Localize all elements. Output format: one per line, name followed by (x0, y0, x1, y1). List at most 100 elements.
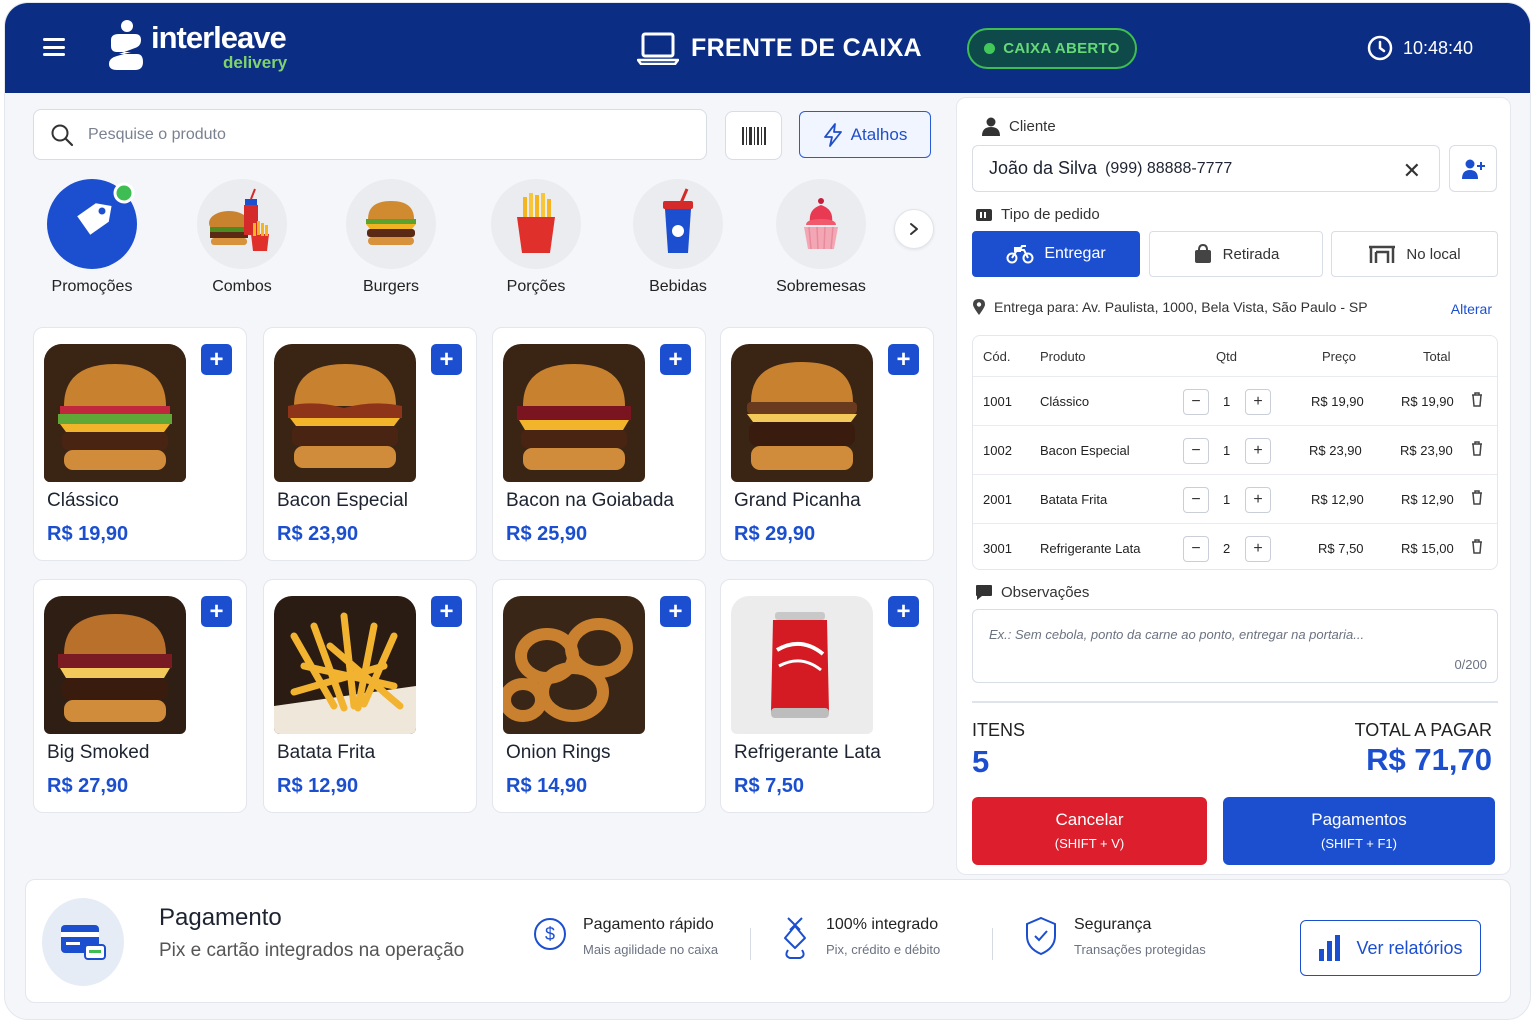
product-search (33, 109, 707, 160)
product-price: R$ 23,90 (277, 523, 359, 545)
item-price: R$ 19,90 (1311, 394, 1364, 409)
product-card[interactable]: + Bacon na Goiabada R$ 25,90 (492, 327, 706, 561)
product-card[interactable]: + Bacon Especial R$ 23,90 (263, 327, 477, 561)
product-price: R$ 27,90 (47, 775, 129, 797)
category-burgers[interactable]: Burgers (331, 179, 451, 296)
table-row: 1002 Bacon Especial − 1 + R$ 23,90 R$ 23… (973, 425, 1497, 474)
product-name: Refrigerante Lata (734, 742, 881, 763)
status-label: CAIXA ABERTO (1003, 40, 1120, 57)
trash-icon[interactable] (1471, 490, 1483, 505)
product-card[interactable]: + Batata Frita R$ 12,90 (263, 579, 477, 813)
item-code: 1001 (983, 394, 1012, 409)
clear-client-button[interactable]: ✕ (1403, 158, 1421, 184)
item-total: R$ 15,00 (1401, 541, 1454, 556)
order-type-no-local[interactable]: No local (1331, 231, 1498, 277)
search-input[interactable] (88, 120, 678, 150)
items-count-label: ITENS (972, 720, 1026, 740)
item-qty: 1 (1223, 443, 1231, 458)
client-phone: (999) 88888-7777 (1105, 159, 1233, 177)
order-type-retirada[interactable]: Retirada (1149, 231, 1323, 277)
order-type-entregar[interactable]: Entregar (972, 231, 1140, 277)
motorcycle-icon (1006, 245, 1034, 264)
increase-qty-button[interactable]: + (1245, 487, 1271, 513)
add-client-button[interactable] (1449, 145, 1497, 192)
feature-title: Segurança (1074, 916, 1152, 933)
cancel-button[interactable]: Cancelar (SHIFT + V) (972, 797, 1207, 865)
add-to-cart-button[interactable]: + (201, 596, 232, 627)
category-combos[interactable]: Combos (182, 179, 302, 296)
add-to-cart-button[interactable]: + (660, 344, 691, 375)
categories-next-button[interactable] (894, 209, 934, 249)
trash-icon[interactable] (1471, 539, 1483, 554)
status-dot-icon (984, 43, 996, 54)
add-to-cart-button[interactable]: + (431, 344, 462, 375)
trash-icon[interactable] (1471, 392, 1483, 407)
order-items-table: Cód. Produto Qtd Preço Total 1001 Clássi… (972, 335, 1498, 570)
category-promocoes[interactable]: Promoções (32, 179, 152, 296)
credit-card-icon (42, 898, 124, 986)
add-to-cart-button[interactable]: + (431, 596, 462, 627)
decrease-qty-button[interactable]: − (1183, 389, 1209, 415)
category-label: Porções (506, 278, 566, 295)
client-name: João da Silva (989, 158, 1098, 178)
feature-subtitle: Transações protegidas (1074, 942, 1206, 957)
increase-qty-button[interactable]: + (1245, 389, 1271, 415)
category-bar: Promoções Combos Burgers Porções Bebidas… (29, 179, 949, 309)
payments-button[interactable]: Pagamentos (SHIFT + F1) (1223, 797, 1495, 865)
delivery-address: Entrega para: Av. Paulista, 1000, Bela V… (972, 298, 1368, 316)
add-to-cart-button[interactable]: + (888, 596, 919, 627)
category-bebidas[interactable]: Bebidas (618, 179, 738, 296)
laptop-icon (637, 32, 679, 65)
shortcuts-button[interactable]: Atalhos (799, 111, 931, 158)
notes-textarea[interactable]: Ex.: Sem cebola, ponto da carne ao ponto… (972, 609, 1498, 683)
decrease-qty-button[interactable]: − (1183, 536, 1209, 562)
product-name: Onion Rings (506, 742, 611, 763)
add-to-cart-button[interactable]: + (888, 344, 919, 375)
barcode-icon (741, 126, 766, 145)
add-to-cart-button[interactable]: + (660, 596, 691, 627)
change-address-link[interactable]: Alterar (1451, 301, 1492, 317)
status-badge: CAIXA ABERTO (967, 28, 1137, 69)
burger-icon (346, 179, 436, 269)
decrease-qty-button[interactable]: − (1183, 438, 1209, 464)
menu-icon[interactable] (43, 38, 65, 56)
items-count: 5 (972, 744, 990, 779)
column-header: Qtd (1216, 349, 1237, 364)
divider (750, 928, 751, 960)
category-label: Burgers (362, 278, 420, 295)
lightning-icon (823, 122, 842, 147)
barcode-button[interactable] (725, 111, 782, 160)
client-field[interactable]: João da Silva (999) 88888-7777 ✕ (972, 145, 1440, 192)
add-to-cart-button[interactable]: + (201, 344, 232, 375)
dollar-icon: $ (534, 918, 566, 950)
increase-qty-button[interactable]: + (1245, 536, 1271, 562)
product-card[interactable]: + Refrigerante Lata R$ 7,50 (720, 579, 934, 813)
increase-qty-button[interactable]: + (1245, 438, 1271, 464)
brand-logo: interleave delivery (105, 20, 305, 80)
shopping-bag-icon (1194, 244, 1211, 263)
clock: 10:48:40 (1367, 35, 1473, 61)
product-card[interactable]: + Grand Picanha R$ 29,90 (720, 327, 934, 561)
product-card[interactable]: + Big Smoked R$ 27,90 (33, 579, 247, 813)
view-reports-button[interactable]: Ver relatórios (1300, 920, 1481, 976)
product-card[interactable]: + Onion Rings R$ 14,90 (492, 579, 706, 813)
product-card[interactable]: + Clássico R$ 19,90 (33, 327, 247, 561)
cancel-shortcut: (SHIFT + V) (1054, 836, 1125, 851)
category-porcoes[interactable]: Porções (476, 179, 596, 296)
item-total: R$ 12,90 (1401, 492, 1454, 507)
payments-shortcut: (SHIFT + F1) (1321, 836, 1397, 851)
decrease-qty-button[interactable]: − (1183, 487, 1209, 513)
feature-subtitle: Mais agilidade no caixa (583, 942, 719, 957)
feature-title: Pagamento rápido (583, 916, 714, 933)
footer-title: Pagamento (159, 904, 282, 931)
product-name: Grand Picanha (734, 490, 861, 511)
notes-label: Observações (1001, 584, 1090, 601)
category-sobremesas[interactable]: Sobremesas (761, 179, 881, 296)
column-header: Cód. (983, 349, 1011, 364)
tag-icon (47, 179, 137, 269)
item-total: R$ 19,90 (1401, 394, 1454, 409)
column-header: Preço (1322, 349, 1356, 364)
trash-icon[interactable] (1471, 441, 1483, 456)
item-price: R$ 23,90 (1309, 443, 1362, 458)
product-price: R$ 12,90 (277, 775, 359, 797)
